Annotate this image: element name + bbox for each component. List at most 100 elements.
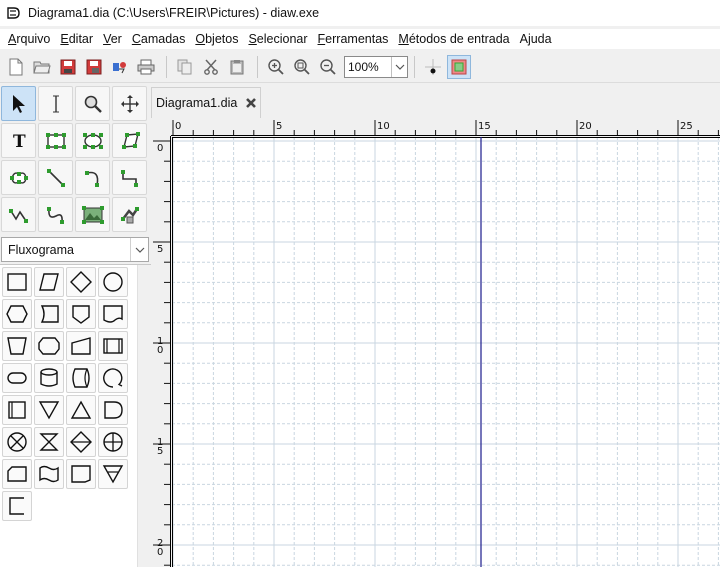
canvas-grid [172,137,720,567]
paste-icon[interactable] [225,55,249,79]
open-folder-icon[interactable] [30,55,54,79]
decision-shape[interactable] [66,267,96,297]
punched-card-shape[interactable] [2,459,32,489]
delay-shape[interactable] [34,299,64,329]
text-tool[interactable]: T [1,123,36,158]
diagram-canvas[interactable] [172,137,720,567]
zigzag-line-icon [120,169,138,187]
offline-storage-shape[interactable] [98,459,128,489]
ruler-label: 10 [377,121,390,132]
beziergon-icon [9,171,28,184]
copy-icon[interactable] [173,55,197,79]
toolbar-separator [414,55,415,78]
ruler-label: 5 [157,244,163,255]
tab-diagrama1[interactable]: Diagrama1.dia [151,87,261,118]
annotation-shape[interactable] [2,491,32,521]
toolbar: 100% [0,51,720,83]
pointer-icon [12,94,25,113]
off-page-connector-shape[interactable] [66,299,96,329]
ruler-label: 5 [276,121,282,132]
ruler-label: 0 [157,143,163,154]
sheet-selected-value[interactable]: Fluxograma [2,243,130,257]
connector-shape[interactable] [98,267,128,297]
predefined-process-shape[interactable] [98,331,128,361]
cut-icon[interactable] [199,55,223,79]
collate-shape[interactable] [34,427,64,457]
magnify-tool[interactable] [75,86,110,121]
document-tab-bar: Diagrama1.dia [151,84,720,118]
save-as-icon[interactable] [82,55,106,79]
process-shape[interactable] [2,267,32,297]
svg-text:T: T [13,132,26,150]
punched-tape-shape[interactable] [34,459,64,489]
internal-storage-shape[interactable] [2,395,32,425]
menu-ferramentas[interactable]: Ferramentas [314,32,393,46]
polygon-tool[interactable] [112,123,147,158]
zoom-combo[interactable]: 100% [344,55,408,78]
bezier-line-icon [46,206,64,224]
arc-tool[interactable] [75,160,110,195]
menu-selecionar[interactable]: Selecionar [244,32,311,46]
shapes-scrollbar[interactable] [137,265,151,567]
direct-access-storage-shape[interactable] [66,363,96,393]
bezier-line-tool[interactable] [38,197,73,232]
outline-icon [120,206,139,223]
menu-camadas[interactable]: Camadas [128,32,190,46]
terminal-shape[interactable] [34,331,64,361]
zoom-fit-icon[interactable] [290,55,314,79]
terminator-shape[interactable] [2,363,32,393]
ellipse-tool[interactable] [75,123,110,158]
document-shape[interactable] [98,299,128,329]
line-tool[interactable] [38,160,73,195]
polyline-icon [8,208,28,223]
image-tool[interactable] [75,197,110,232]
beziergon-tool[interactable] [1,160,36,195]
manual-input-shape[interactable] [66,331,96,361]
outline-tool[interactable] [112,197,147,232]
preparation-shape[interactable] [2,299,32,329]
zoom-in-icon[interactable] [264,55,288,79]
chevron-down-icon[interactable] [130,238,148,261]
zigzag-line-tool[interactable] [112,160,147,195]
menu-ajuda[interactable]: Ajuda [516,32,556,46]
box-tool[interactable] [38,123,73,158]
pointer-tool[interactable] [1,86,36,121]
scroll-tool[interactable] [112,86,147,121]
ruler-label: 0 [157,547,163,558]
zoom-value[interactable]: 100% [345,57,391,77]
sheet-selector[interactable]: Fluxograma [1,237,149,262]
zoom-out-icon[interactable] [316,55,340,79]
input-output-shape[interactable] [34,267,64,297]
sort-shape[interactable] [66,427,96,457]
or-shape[interactable] [98,427,128,457]
sequential-access-storage-shape[interactable] [98,363,128,393]
snap-to-grid-icon[interactable] [421,55,445,79]
snap-to-objects-icon[interactable] [447,54,471,79]
manual-operation-shape[interactable] [2,331,32,361]
print-icon[interactable] [134,55,158,79]
text-edit-tool[interactable] [38,86,73,121]
ruler-label: 25 [680,121,693,132]
ruler-label: 15 [478,121,491,132]
menu-ver[interactable]: Ver [99,32,126,46]
summing-junction-shape[interactable] [2,427,32,457]
text-t-icon: T [13,132,26,150]
merge-shape[interactable] [34,395,64,425]
save-icon[interactable] [56,55,80,79]
export-icon[interactable] [108,55,132,79]
tab-label: Diagrama1.dia [156,96,238,110]
new-file-icon[interactable] [4,55,28,79]
magnetic-disk-shape[interactable] [34,363,64,393]
menu-objetos[interactable]: Objetos [191,32,242,46]
menu-editar[interactable]: Editar [56,32,97,46]
extract-shape[interactable] [66,395,96,425]
chevron-down-icon[interactable] [391,56,407,77]
transaction-file-shape[interactable] [66,459,96,489]
toolbox-panel: T Fluxograma [0,84,151,567]
close-icon[interactable] [245,97,257,109]
delay-2-shape[interactable] [98,395,128,425]
menu-metodos-de-entrada[interactable]: Métodos de entrada [394,32,513,46]
shapes-panel [0,264,151,567]
polyline-tool[interactable] [1,197,36,232]
menu-arquivo[interactable]: Arquivo [4,32,54,46]
